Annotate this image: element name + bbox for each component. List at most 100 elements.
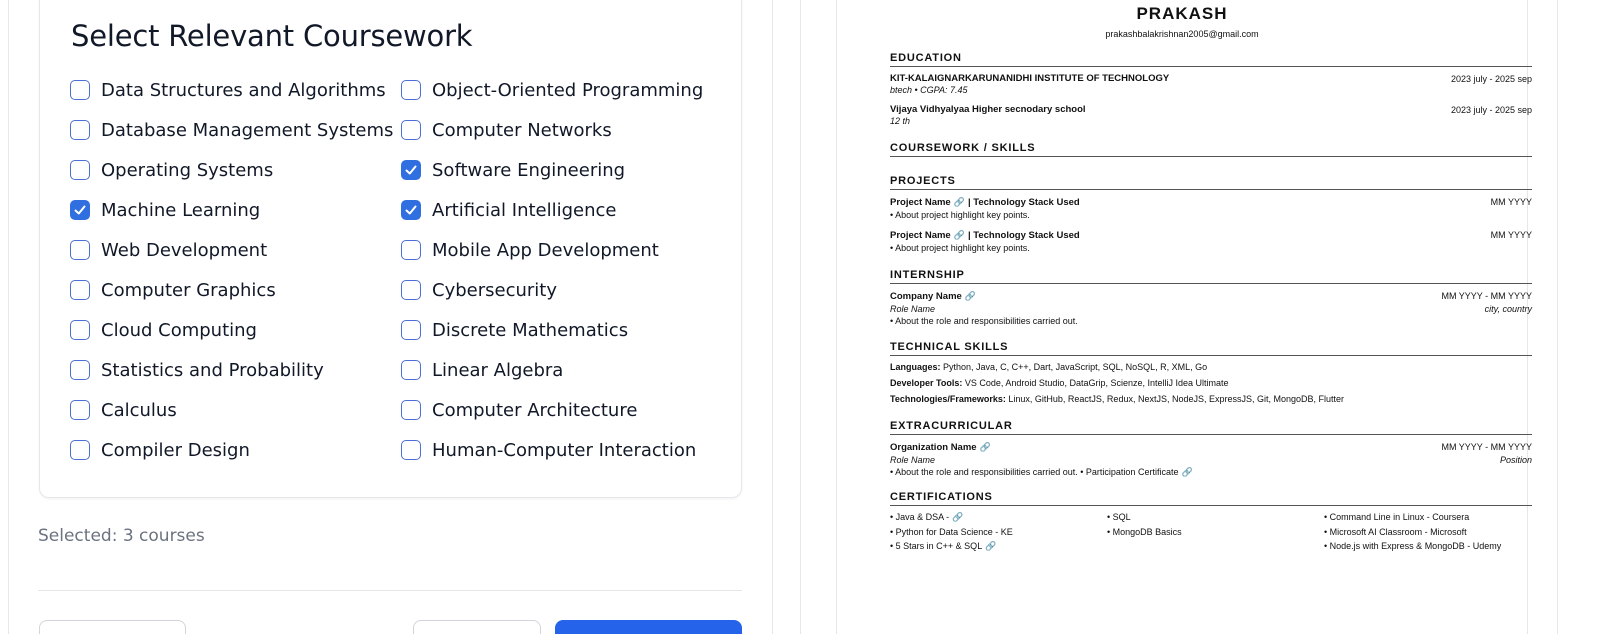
certification-text: • Node.js with Express & MongoDB - Udemy [1324,541,1502,551]
course-item[interactable]: Operating Systems [70,158,401,182]
course-item[interactable]: Computer Networks [401,118,730,142]
project-stack: | Technology Stack Used [967,230,1080,241]
course-checkbox[interactable] [70,320,90,340]
course-label: Discrete Mathematics [432,319,629,341]
project-date: MM YYYY [1490,197,1532,207]
link-icon[interactable]: 🔗 [952,512,963,522]
course-item[interactable]: Software Engineering [401,158,730,182]
project-name: Project Name [890,197,951,208]
course-item[interactable]: Compiler Design [70,438,401,462]
course-checkbox[interactable] [401,280,421,300]
course-item[interactable]: Computer Graphics [70,278,401,302]
course-checkbox[interactable] [70,80,90,100]
internship-role: Role Name [890,304,936,314]
internship-heading: INTERNSHIP [890,269,1532,284]
link-icon[interactable]: 🔗 [980,442,991,452]
course-checkbox[interactable] [70,240,90,260]
certifications-section: CERTIFICATIONS • Java & DSA - 🔗 • SQL • Com… [890,491,1532,552]
course-checkbox[interactable] [401,120,421,140]
edu-dates: 2023 july - 2025 sep [1450,105,1532,115]
course-item[interactable]: Data Structures and Algorithms [70,78,401,102]
course-item[interactable]: Linear Algebra [401,358,730,382]
course-checkbox[interactable] [70,360,90,380]
course-item[interactable]: Artificial Intelligence [401,198,730,222]
course-label: Computer Architecture [432,399,638,421]
link-icon[interactable]: 🔗 [1181,467,1192,477]
extracurricular-dates: MM YYYY - MM YYYY [1441,442,1532,452]
course-checkbox[interactable] [401,440,421,460]
certification-item: • Microsoft AI Classroom - Microsoft [1324,527,1532,537]
course-item[interactable]: Calculus [70,398,401,422]
certification-item: • Python for Data Science - KE [890,527,1107,537]
technical-skills-section: TECHNICAL SKILLS Languages: Python, Java… [890,341,1532,405]
company-name: Company Name [890,291,962,302]
link-icon[interactable]: 🔗 [954,197,965,207]
course-label: Computer Graphics [101,279,276,301]
course-checkbox[interactable] [401,240,421,260]
course-item[interactable]: Mobile App Development [401,238,730,262]
check-icon [405,205,417,215]
link-icon[interactable]: 🔗 [954,230,965,240]
link-icon[interactable]: 🔗 [985,541,996,551]
certification-item: • SQL [1107,512,1324,523]
selected-count: Selected: 3 courses [38,526,205,546]
course-label: Database Management Systems [101,119,394,141]
education-heading: EDUCATION [890,52,1532,67]
resume-email: prakashbalakrishnan2005@gmail.com [1105,29,1259,39]
education-section: EDUCATION KIT-KALAIGNARKARUNANIDHI INSTI… [890,52,1532,126]
skip-button[interactable] [413,620,541,634]
org-name: Organization Name [890,442,977,453]
course-item[interactable]: Cybersecurity [401,278,730,302]
course-label: Web Development [101,239,268,261]
course-checkbox[interactable] [401,400,421,420]
course-checkbox[interactable] [401,200,421,220]
course-label: Cloud Computing [101,319,257,341]
course-label: Data Structures and Algorithms [101,79,386,101]
projects-heading: PROJECTS [890,175,1532,190]
course-label: Compiler Design [101,439,250,461]
course-checkbox[interactable] [401,80,421,100]
check-icon [405,165,417,175]
edu-school: Vijaya Vidhyalyaa Higher secnodary schoo… [890,104,1086,115]
course-checkbox[interactable] [70,160,90,180]
course-checkbox[interactable] [401,360,421,380]
course-label: Human-Computer Interaction [432,439,697,461]
project-name: Project Name [890,230,951,241]
course-item[interactable]: Human-Computer Interaction [401,438,730,462]
certification-item: • Java & DSA - 🔗 [890,512,1107,523]
course-item[interactable]: Statistics and Probability [70,358,401,382]
course-checkbox[interactable] [70,400,90,420]
course-checkbox[interactable] [70,280,90,300]
course-checkbox[interactable] [70,120,90,140]
coursework-title: Select Relevant Coursework [71,19,473,53]
certification-text: • Microsoft AI Classroom - Microsoft [1324,527,1467,537]
course-item[interactable]: Cloud Computing [70,318,401,342]
certification-text: • MongoDB Basics [1107,527,1182,537]
course-item[interactable]: Database Management Systems [70,118,401,142]
course-checkbox[interactable] [401,160,421,180]
link-icon[interactable]: 🔗 [965,291,976,301]
back-button[interactable] [39,620,186,634]
project-stack: | Technology Stack Used [967,197,1080,208]
internship-section: INTERNSHIP Company Name 🔗 MM YYYY - MM YYY… [890,269,1532,327]
course-label: Mobile App Development [432,239,659,261]
certification-item: • 5 Stars in C++ & SQL 🔗 [890,541,1107,552]
course-item[interactable]: Machine Learning [70,198,401,222]
resume-name: PRAKASH [1136,4,1228,23]
certification-text: • Python for Data Science - KE [890,527,1013,537]
course-item[interactable]: Web Development [70,238,401,262]
course-item[interactable]: Object-Oriented Programming [401,78,730,102]
course-item[interactable]: Computer Architecture [401,398,730,422]
course-label: Artificial Intelligence [432,199,617,221]
course-checkbox[interactable] [70,200,90,220]
continue-button[interactable] [555,620,742,634]
course-checkbox[interactable] [401,320,421,340]
project-date: MM YYYY [1490,230,1532,240]
resume-page: PRAKASH prakashbalakrishnan2005@gmail.co… [836,0,1532,634]
coursework-panel: Select Relevant Coursework Data Structur… [8,0,773,634]
skill-value: Python, Java, C, C++, Dart, JavaScript, … [943,362,1208,372]
course-checkbox[interactable] [70,440,90,460]
course-label: Statistics and Probability [101,359,324,381]
course-item[interactable]: Discrete Mathematics [401,318,730,342]
course-label: Operating Systems [101,159,274,181]
